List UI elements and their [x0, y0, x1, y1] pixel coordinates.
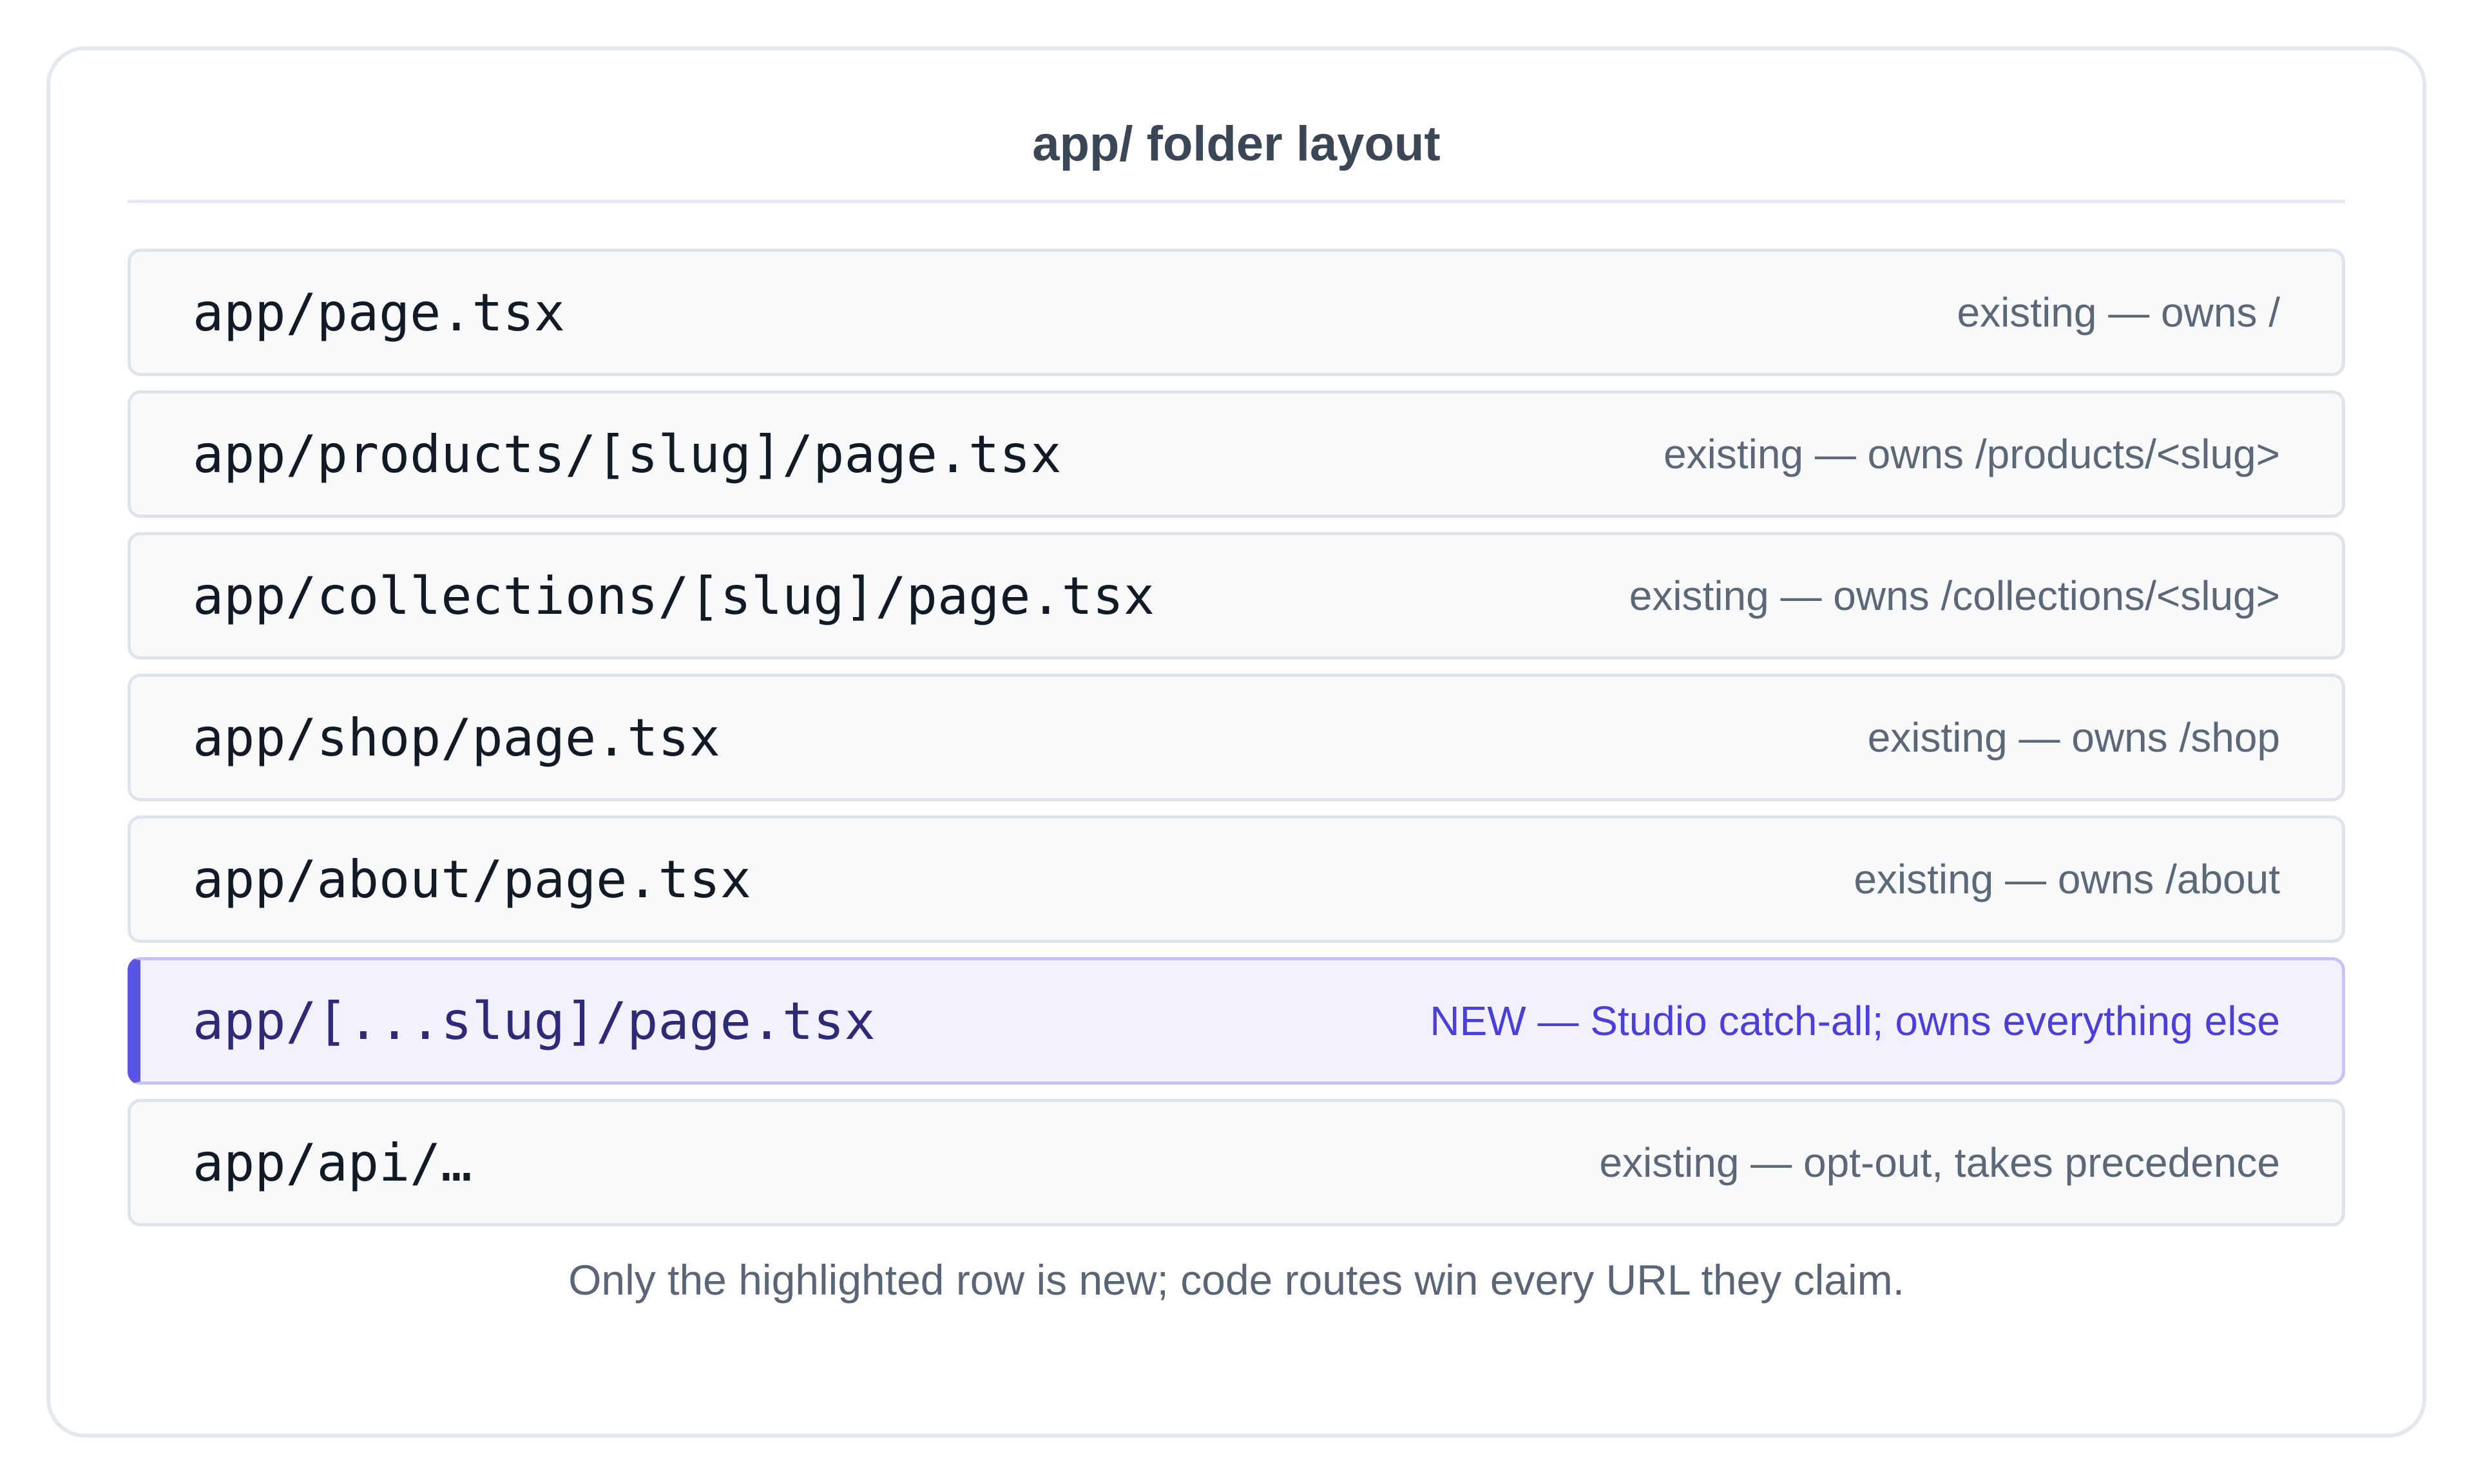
card-title: app/ folder layout [1032, 117, 1441, 171]
route-note: existing — owns /shop [1867, 714, 2280, 761]
route-path: app/page.tsx [193, 282, 565, 343]
route-row-shop: app/shop/page.tsx existing — owns /shop [128, 674, 2345, 801]
route-path: app/api/… [193, 1132, 472, 1193]
route-note-new: NEW — Studio catch-all; owns everything … [1430, 998, 2280, 1044]
route-row-api: app/api/… existing — opt-out, takes prec… [128, 1099, 2345, 1226]
route-row-root: app/page.tsx existing — owns / [128, 249, 2345, 376]
route-note: existing — owns / [1957, 289, 2280, 336]
route-path: app/shop/page.tsx [193, 707, 720, 768]
route-note: existing — owns /products/<slug> [1664, 431, 2280, 477]
route-path: app/[...slug]/page.tsx [193, 991, 876, 1051]
route-row-about: app/about/page.tsx existing — owns /abou… [128, 815, 2345, 943]
route-note: existing — owns /about [1854, 856, 2280, 902]
route-path: app/products/[slug]/page.tsx [193, 424, 1062, 484]
route-note: existing — owns /collections/<slug> [1629, 573, 2280, 619]
route-row-catch-all-highlighted: app/[...slug]/page.tsx NEW — Studio catc… [128, 957, 2345, 1085]
caption: Only the highlighted row is new; code ro… [568, 1256, 1904, 1304]
title-divider [128, 200, 2345, 203]
folder-layout-card: app/ folder layout app/page.tsx existing… [46, 46, 2426, 1438]
route-row-products: app/products/[slug]/page.tsx existing — … [128, 390, 2345, 518]
route-note: existing — opt-out, takes precedence [1599, 1139, 2280, 1186]
route-path: app/about/page.tsx [193, 849, 751, 909]
route-row-collections: app/collections/[slug]/page.tsx existing… [128, 532, 2345, 660]
route-path: app/collections/[slug]/page.tsx [193, 566, 1155, 626]
